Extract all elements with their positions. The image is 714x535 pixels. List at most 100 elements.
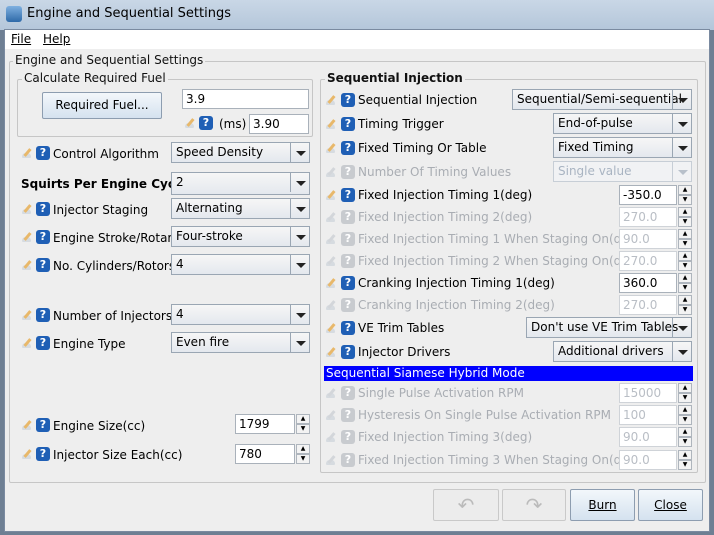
help-icon[interactable]: ? — [341, 298, 355, 312]
edit-icon[interactable] — [325, 211, 337, 223]
hybrid-row-2-input[interactable]: 90.0 — [619, 427, 677, 447]
edit-icon[interactable] — [325, 322, 337, 334]
edit-icon[interactable] — [325, 346, 337, 358]
close-button[interactable]: Close — [638, 489, 703, 521]
engine-type-select[interactable]: Even fire — [171, 332, 310, 353]
seq-row-5-spinner[interactable]: ▲ ▼ — [678, 207, 692, 227]
help-icon[interactable]: ? — [36, 336, 50, 350]
hybrid-row-0-spinner[interactable]: ▲ ▼ — [678, 383, 692, 403]
injector-size-input[interactable]: 780 — [235, 444, 295, 464]
help-icon[interactable]: ? — [36, 418, 50, 432]
seq-row-9-input[interactable]: 270.0 — [619, 295, 677, 315]
edit-icon[interactable] — [21, 231, 33, 243]
chevron-down-icon — [290, 143, 309, 162]
hybrid-row-2-spinner[interactable]: ▲ ▼ — [678, 427, 692, 447]
help-icon[interactable]: ? — [36, 146, 50, 160]
help-icon[interactable]: ? — [341, 165, 355, 179]
edit-icon[interactable] — [325, 277, 337, 289]
edit-icon[interactable] — [325, 387, 337, 399]
seq-row-4-input[interactable]: -350.0 — [619, 185, 677, 205]
help-icon[interactable]: ? — [36, 202, 50, 216]
hybrid-row-3-label: Fixed Injection Timing 3 When Staging On… — [358, 453, 641, 467]
edit-icon[interactable] — [325, 409, 337, 421]
hybrid-row-0-input[interactable]: 15000 — [619, 383, 677, 403]
edit-icon[interactable] — [21, 203, 33, 215]
help-icon[interactable]: ? — [341, 276, 355, 290]
seq-row-4-spinner[interactable]: ▲ ▼ — [678, 185, 692, 205]
seq-row-3-select[interactable]: Single value — [553, 161, 692, 182]
burn-button[interactable]: Burn — [570, 489, 635, 521]
engine-size-input[interactable]: 1799 — [235, 414, 295, 434]
hybrid-row-3-spinner[interactable]: ▲ ▼ — [678, 450, 692, 470]
edit-icon[interactable] — [325, 94, 337, 106]
help-icon[interactable]: ? — [341, 430, 355, 444]
seq-row-5-input[interactable]: 270.0 — [619, 207, 677, 227]
req-fuel-ms-input[interactable]: 3.90 — [249, 114, 309, 134]
help-icon[interactable]: ? — [341, 93, 355, 107]
help-icon[interactable]: ? — [199, 116, 213, 130]
edit-icon[interactable] — [21, 448, 33, 460]
seq-row-1-select[interactable]: End-of-pulse — [553, 113, 692, 134]
help-icon[interactable]: ? — [36, 230, 50, 244]
help-icon[interactable]: ? — [341, 321, 355, 335]
help-icon[interactable]: ? — [341, 117, 355, 131]
seq-row-6-input[interactable]: 90.0 — [619, 229, 677, 249]
edit-icon[interactable] — [21, 147, 33, 159]
seq-row-8-spinner[interactable]: ▲ ▼ — [678, 273, 692, 293]
redo-button[interactable]: ↷ — [502, 489, 566, 521]
help-icon[interactable]: ? — [36, 308, 50, 322]
seq-row-9-spinner[interactable]: ▲ ▼ — [678, 295, 692, 315]
num-injectors-select[interactable]: 4 — [171, 304, 310, 325]
hybrid-row-1-spinner[interactable]: ▲ ▼ — [678, 405, 692, 425]
edit-icon[interactable] — [21, 259, 33, 271]
help-icon[interactable]: ? — [341, 254, 355, 268]
seq-row-7-input[interactable]: 270.0 — [619, 251, 677, 271]
edit-icon[interactable] — [325, 255, 337, 267]
seq-row-0-select[interactable]: Sequential/Semi-sequential — [512, 89, 692, 110]
num-injectors-label: Number of Injectors — [53, 309, 173, 323]
help-icon[interactable]: ? — [341, 232, 355, 246]
seq-row-2-select[interactable]: Fixed Timing — [553, 137, 692, 158]
engine-size-spinner[interactable]: ▲ ▼ — [296, 414, 310, 434]
injector-size-spinner[interactable]: ▲ ▼ — [296, 444, 310, 464]
edit-icon[interactable] — [325, 454, 337, 466]
menu-help[interactable]: Help — [43, 32, 70, 46]
hybrid-row-1-input[interactable]: 100 — [619, 405, 677, 425]
help-icon[interactable]: ? — [36, 258, 50, 272]
seq-row-10-select[interactable]: Don't use VE Trim Tables — [526, 317, 692, 338]
control-algorithm-select[interactable]: Speed Density — [171, 142, 310, 163]
hybrid-row-3-input[interactable]: 90.0 — [619, 450, 677, 470]
seq-row-7-spinner[interactable]: ▲ ▼ — [678, 251, 692, 271]
injector-staging-select[interactable]: Alternating — [171, 198, 310, 219]
edit-icon[interactable] — [325, 431, 337, 443]
edit-icon[interactable] — [325, 233, 337, 245]
help-icon[interactable]: ? — [341, 141, 355, 155]
help-icon[interactable]: ? — [341, 210, 355, 224]
help-icon[interactable]: ? — [341, 408, 355, 422]
edit-icon[interactable] — [325, 189, 337, 201]
edit-icon[interactable] — [21, 309, 33, 321]
edit-icon[interactable] — [325, 166, 337, 178]
undo-button[interactable]: ↶ — [433, 489, 499, 521]
help-icon[interactable]: ? — [341, 345, 355, 359]
required-fuel-button[interactable]: Required Fuel... — [42, 92, 162, 119]
edit-icon[interactable] — [184, 117, 196, 129]
chevron-down-icon — [290, 333, 309, 352]
edit-icon[interactable] — [325, 142, 337, 154]
seq-row-6-spinner[interactable]: ▲ ▼ — [678, 229, 692, 249]
engine-stroke-select[interactable]: Four-stroke — [171, 226, 310, 247]
edit-icon[interactable] — [21, 419, 33, 431]
seq-row-8-input[interactable]: 360.0 — [619, 273, 677, 293]
seq-row-11-select[interactable]: Additional drivers — [553, 341, 692, 362]
help-icon[interactable]: ? — [341, 386, 355, 400]
menu-file[interactable]: File — [11, 32, 31, 46]
cylinders-select[interactable]: 4 — [171, 254, 310, 275]
help-icon[interactable]: ? — [341, 453, 355, 467]
edit-icon[interactable] — [325, 118, 337, 130]
squirts-select[interactable]: 2 — [171, 172, 310, 195]
help-icon[interactable]: ? — [36, 447, 50, 461]
help-icon[interactable]: ? — [341, 188, 355, 202]
req-fuel-input[interactable]: 3.9 — [182, 89, 309, 109]
edit-icon[interactable] — [325, 299, 337, 311]
edit-icon[interactable] — [21, 337, 33, 349]
